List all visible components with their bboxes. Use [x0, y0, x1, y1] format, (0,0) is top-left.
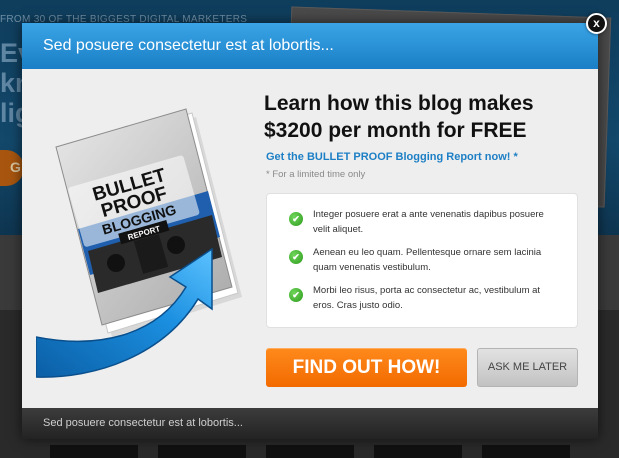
subheadline-text: Get the BULLET PROOF Blogging Report now…: [266, 151, 511, 163]
modal-footer: Sed posuere consectetur est at lobortis.…: [22, 408, 598, 439]
modal-header: Sed posuere consectetur est at lobortis.…: [22, 23, 598, 69]
modal-header-title: Sed posuere consectetur est at lobortis.…: [43, 37, 334, 54]
check-icon: ✔: [289, 288, 303, 302]
background-thumbnail: [158, 445, 246, 458]
close-button[interactable]: x: [586, 13, 607, 34]
check-icon: ✔: [289, 212, 303, 226]
find-out-how-button[interactable]: FIND OUT HOW!: [266, 348, 467, 387]
benefit-item: ✔ Integer posuere erat a ante venenatis …: [289, 208, 577, 237]
ask-me-later-button[interactable]: ASK ME LATER: [477, 348, 578, 387]
background-thumbnail: [266, 445, 354, 458]
background-thumbnail: [374, 445, 462, 458]
background-thumbnail: [50, 445, 138, 458]
benefits-list: ✔ Integer posuere erat a ante venenatis …: [266, 193, 578, 328]
background-thumbnail: [482, 445, 570, 458]
check-icon: ✔: [289, 250, 303, 264]
benefit-text: Aenean eu leo quam. Pellentesque ornare …: [313, 247, 542, 273]
subheadline-star: *: [513, 151, 518, 163]
headline: Learn how this blog makes $3200 per mont…: [264, 92, 534, 142]
modal-footer-text: Sed posuere consectetur est at lobortis.…: [43, 417, 243, 429]
report-book-image: BULLET PROOF BLOGGING REPORT: [36, 108, 242, 378]
subheadline: Get the BULLET PROOF Blogging Report now…: [266, 151, 518, 163]
benefit-item: ✔ Aenean eu leo quam. Pellentesque ornar…: [289, 246, 577, 275]
benefit-text: Integer posuere erat a ante venenatis da…: [313, 209, 544, 235]
limited-time-note: * For a limited time only: [266, 169, 366, 180]
background-thumbnails: [0, 445, 619, 458]
optin-modal: Sed posuere consectetur est at lobortis.…: [22, 23, 598, 439]
benefit-text: Morbi leo risus, porta ac consectetur ac…: [313, 285, 541, 311]
background-cta-button: G: [0, 150, 24, 186]
benefit-item: ✔ Morbi leo risus, porta ac consectetur …: [289, 284, 577, 313]
close-icon: x: [593, 16, 600, 30]
